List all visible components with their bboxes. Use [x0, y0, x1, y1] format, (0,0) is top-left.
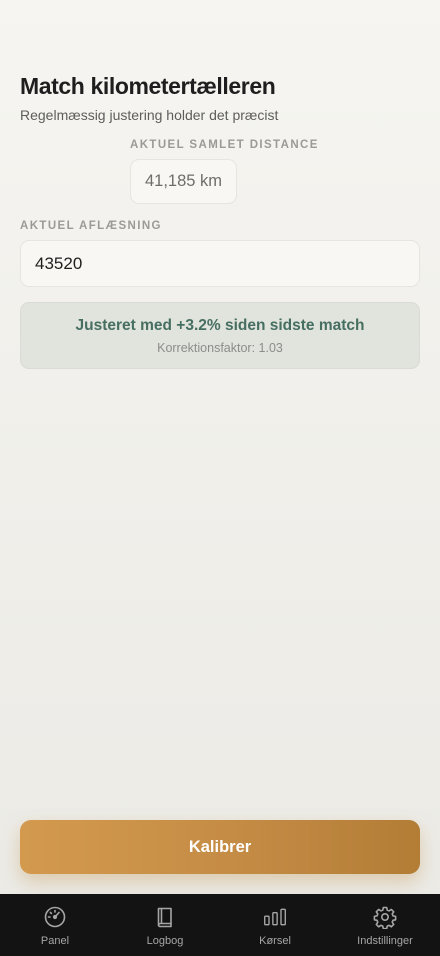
- tab-korsel[interactable]: Kørsel: [220, 894, 330, 956]
- calibrate-button[interactable]: Kalibrer: [20, 820, 420, 874]
- tab-logbog[interactable]: Logbog: [110, 894, 220, 956]
- tab-indstillinger[interactable]: Indstillinger: [330, 894, 440, 956]
- tab-bar: Panel Logbog Kørsel Indstillinger: [0, 894, 440, 956]
- book-icon: [157, 907, 172, 928]
- odometer-calibration-screen: Match kilometertælleren Regelmæssig just…: [0, 0, 440, 956]
- gear-icon: [373, 906, 397, 929]
- adjustment-text: Justeret med +3.2% siden sidste match: [75, 316, 365, 334]
- tab-panel-label: Panel: [40, 935, 70, 947]
- current-reading-input[interactable]: [20, 240, 420, 287]
- adjustment-card: Justeret med +3.2% siden sidste match Ko…: [20, 302, 420, 369]
- tab-korsel-label: Kørsel: [259, 935, 291, 947]
- tab-panel[interactable]: Panel: [0, 894, 110, 956]
- bar-chart-icon: [264, 908, 286, 926]
- header: Match kilometertælleren Regelmæssig just…: [20, 72, 420, 124]
- total-distance-value: 41,185 km: [130, 159, 237, 204]
- page-title: Match kilometertælleren: [20, 73, 276, 99]
- tab-indstillinger-label: Indstillinger: [357, 935, 413, 947]
- page-subtitle: Regelmæssig justering holder det præcist: [20, 107, 279, 123]
- total-distance-label: AKTUEL SAMLET DISTANCE: [130, 139, 319, 151]
- tab-logbog-label: Logbog: [146, 935, 184, 947]
- correction-factor-text: Korrektionsfaktor: 1.03: [157, 340, 283, 355]
- current-reading-label: AKTUEL AFLÆSNING: [20, 220, 162, 232]
- speedometer-icon: [44, 906, 66, 928]
